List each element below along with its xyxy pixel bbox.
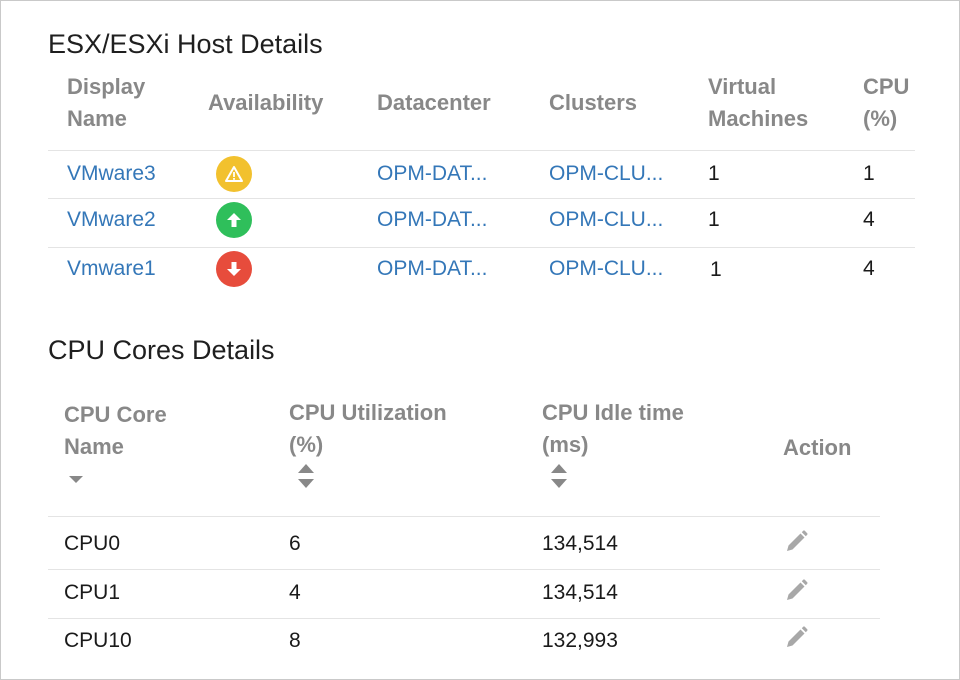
col-header-availability[interactable]: Availability xyxy=(208,87,323,119)
col-header-cpu-percent[interactable]: CPU (%) xyxy=(863,71,909,135)
col-header-core-line2: Name xyxy=(64,434,124,459)
vm-count: 1 xyxy=(708,208,720,231)
cpu-idle-value: 134,514 xyxy=(542,581,618,604)
down-arrow-icon xyxy=(216,251,252,287)
edit-pencil-icon[interactable] xyxy=(782,624,810,652)
host-name-link[interactable]: VMware2 xyxy=(67,206,156,234)
col-header-action: Action xyxy=(783,435,852,460)
cpu-core-name: CPU1 xyxy=(64,581,121,604)
host-name-link[interactable]: VMware3 xyxy=(67,160,156,188)
cpu-utilization-value: 8 xyxy=(289,629,301,652)
row-divider xyxy=(48,618,880,619)
col-header-cpu-line1: CPU xyxy=(863,74,910,99)
host-name-link[interactable]: Vmware1 xyxy=(67,255,156,283)
col-header-idle-line2: (ms) xyxy=(542,432,589,457)
col-header-display-name-line2: Name xyxy=(67,106,127,131)
datacenter-link[interactable]: OPM-DAT... xyxy=(377,206,487,234)
col-header-cpu-utilization[interactable]: CPU Utilization (%) xyxy=(289,397,447,461)
cpu-utilization-value: 6 xyxy=(289,532,301,555)
col-header-util-line1: CPU Utilization xyxy=(289,400,447,425)
cpu-idle-value: 134,514 xyxy=(542,532,618,555)
panel: ESX/ESXi Host Details Display Name Avail… xyxy=(0,0,960,680)
col-header-display-name[interactable]: Display Name xyxy=(67,71,145,135)
col-header-util-line2: (%) xyxy=(289,432,324,457)
datacenter-link[interactable]: OPM-DAT... xyxy=(377,255,487,283)
edit-pencil-icon[interactable] xyxy=(782,528,810,556)
cluster-link[interactable]: OPM-CLU... xyxy=(549,160,663,188)
cores-header-divider xyxy=(48,516,880,517)
cpu-cores-title: CPU Cores Details xyxy=(48,335,275,365)
cpu-percent: 4 xyxy=(863,208,875,231)
edit-pencil-icon[interactable] xyxy=(782,577,810,605)
cpu-core-name: CPU0 xyxy=(64,532,121,555)
cpu-percent: 4 xyxy=(863,257,875,280)
col-header-cpu-idle-time[interactable]: CPU Idle time (ms) xyxy=(542,397,684,461)
sort-both-icon[interactable] xyxy=(549,462,569,490)
cpu-core-name: CPU10 xyxy=(64,629,132,652)
host-header-divider xyxy=(48,150,915,151)
host-details-title: ESX/ESXi Host Details xyxy=(48,29,323,59)
up-arrow-icon xyxy=(216,202,252,238)
col-header-idle-line1: CPU Idle time xyxy=(542,400,684,425)
vm-count: 1 xyxy=(708,162,720,185)
sort-both-icon[interactable] xyxy=(296,462,316,490)
vm-count: 1 xyxy=(710,258,722,281)
cpu-utilization-value: 4 xyxy=(289,581,301,604)
warning-icon xyxy=(216,156,252,192)
col-header-cpu-core-name[interactable]: CPU Core Name xyxy=(64,399,167,463)
col-header-virtual-machines[interactable]: Virtual Machines xyxy=(708,71,808,135)
cluster-link[interactable]: OPM-CLU... xyxy=(549,206,663,234)
row-divider xyxy=(48,569,880,570)
col-header-clusters[interactable]: Clusters xyxy=(549,87,637,119)
sort-descending-icon[interactable] xyxy=(67,473,85,485)
col-header-display-name-line1: Display xyxy=(67,74,146,99)
cluster-link[interactable]: OPM-CLU... xyxy=(549,255,663,283)
cpu-percent: 1 xyxy=(863,162,875,185)
datacenter-link[interactable]: OPM-DAT... xyxy=(377,160,487,188)
row-divider xyxy=(48,198,915,199)
col-header-core-line1: CPU Core xyxy=(64,402,167,427)
col-header-cpu-line2: (%) xyxy=(863,106,898,131)
row-divider xyxy=(48,247,915,248)
cpu-idle-value: 132,993 xyxy=(542,629,618,652)
col-header-vms-line1: Virtual xyxy=(708,74,777,99)
col-header-vms-line2: Machines xyxy=(708,106,809,131)
col-header-datacenter[interactable]: Datacenter xyxy=(377,87,491,119)
